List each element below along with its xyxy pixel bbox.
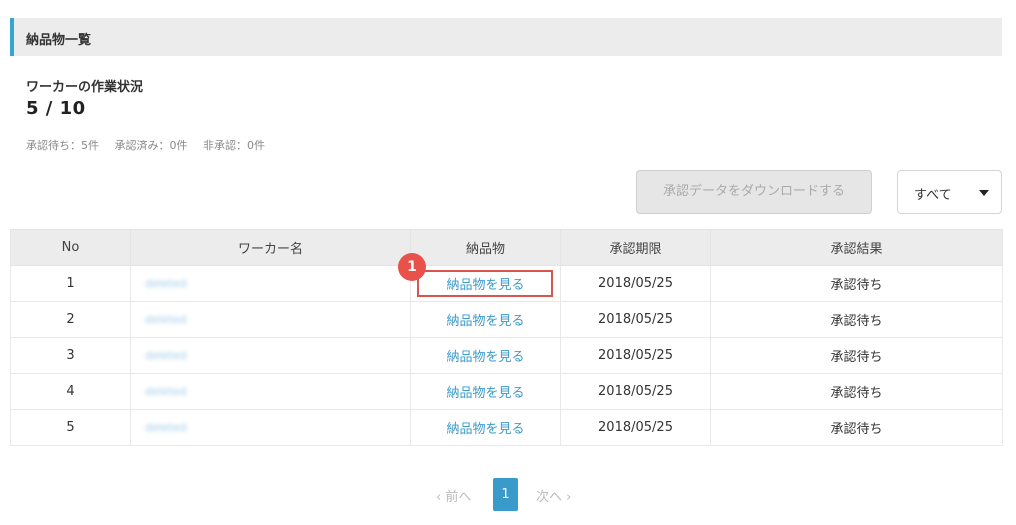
table-header-row: No ワーカー名 納品物 承認期限 承認結果 (10, 229, 1003, 266)
view-deliverable-link[interactable]: 納品物を見る (446, 314, 524, 329)
step-number-badge: 1 (398, 253, 426, 281)
deliverables-table: No ワーカー名 納品物 承認期限 承認結果 1 deleted 納品物を見る … (10, 229, 1003, 446)
row-no: 2 (10, 301, 131, 338)
status-breakdown: 承認待ち：5件 承認済み：0件 非承認：0件 (26, 137, 277, 153)
worker-name-cell: deleted (130, 301, 411, 338)
column-header-worker: ワーカー名 (130, 229, 411, 266)
status-filter-select[interactable]: すべて (897, 170, 1002, 214)
column-header-deadline: 承認期限 (560, 229, 711, 266)
approved-count: 承認済み：0件 (114, 139, 188, 152)
deliverable-cell: 納品物を見る (410, 373, 561, 410)
table-row: 3 deleted 納品物を見る 2018/05/25 承認待ち (10, 337, 1003, 374)
view-deliverable-link[interactable]: 納品物を見る (446, 422, 524, 437)
worker-name-link[interactable]: deleted (145, 385, 187, 398)
row-no: 4 (10, 373, 131, 410)
result-cell: 承認待ち (710, 265, 1003, 302)
row-no: 3 (10, 337, 131, 374)
pagination: ‹ 前へ 1 次へ › (0, 478, 1016, 512)
worker-name-cell: deleted (130, 373, 411, 410)
deadline-cell: 2018/05/25 (560, 373, 711, 410)
rejected-count: 非承認：0件 (203, 139, 265, 152)
worker-name-link[interactable]: deleted (145, 313, 187, 326)
download-approval-data-button[interactable]: 承認データをダウンロードする (636, 170, 872, 214)
result-cell: 承認待ち (710, 409, 1003, 446)
prev-page-link[interactable]: ‹ 前へ (436, 486, 471, 505)
view-deliverable-link[interactable]: 納品物を見る (446, 278, 524, 293)
row-no: 1 (10, 265, 131, 302)
worker-name-link[interactable]: deleted (145, 349, 187, 362)
deliverable-cell: 納品物を見る (410, 265, 561, 302)
table-row: 2 deleted 納品物を見る 2018/05/25 承認待ち (10, 301, 1003, 338)
deliverable-cell: 納品物を見る (410, 337, 561, 374)
deliverable-cell: 納品物を見る (410, 409, 561, 446)
table-row: 4 deleted 納品物を見る 2018/05/25 承認待ち (10, 373, 1003, 410)
row-no: 5 (10, 409, 131, 446)
column-header-result: 承認結果 (710, 229, 1003, 266)
section-header: 納品物一覧 (10, 18, 1002, 56)
deadline-cell: 2018/05/25 (560, 265, 711, 302)
next-page-link[interactable]: 次へ › (536, 486, 571, 505)
worker-name-link[interactable]: deleted (145, 277, 187, 290)
view-deliverable-link[interactable]: 納品物を見る (446, 386, 524, 401)
worker-name-cell: deleted (130, 337, 411, 374)
deliverable-cell: 納品物を見る (410, 301, 561, 338)
column-header-no: No (10, 229, 131, 266)
result-cell: 承認待ち (710, 373, 1003, 410)
current-page-button[interactable]: 1 (493, 478, 518, 511)
view-deliverable-link[interactable]: 納品物を見る (446, 350, 524, 365)
worker-name-link[interactable]: deleted (145, 421, 187, 434)
worker-status-count: 5 / 10 (26, 98, 86, 119)
deadline-cell: 2018/05/25 (560, 409, 711, 446)
table-row: 1 deleted 納品物を見る 2018/05/25 承認待ち (10, 265, 1003, 302)
deadline-cell: 2018/05/25 (560, 301, 711, 338)
result-cell: 承認待ち (710, 337, 1003, 374)
page-title: 納品物一覧 (26, 33, 92, 48)
table-row: 5 deleted 納品物を見る 2018/05/25 承認待ち (10, 409, 1003, 446)
worker-name-cell: deleted (130, 409, 411, 446)
column-header-deliverable: 納品物 (410, 229, 561, 266)
result-cell: 承認待ち (710, 301, 1003, 338)
worker-name-cell: deleted (130, 265, 411, 302)
pending-count: 承認待ち：5件 (26, 139, 99, 152)
deadline-cell: 2018/05/25 (560, 337, 711, 374)
worker-status-label: ワーカーの作業状況 (26, 80, 144, 95)
caret-down-icon (979, 190, 989, 196)
filter-selected-value: すべて (914, 188, 952, 203)
